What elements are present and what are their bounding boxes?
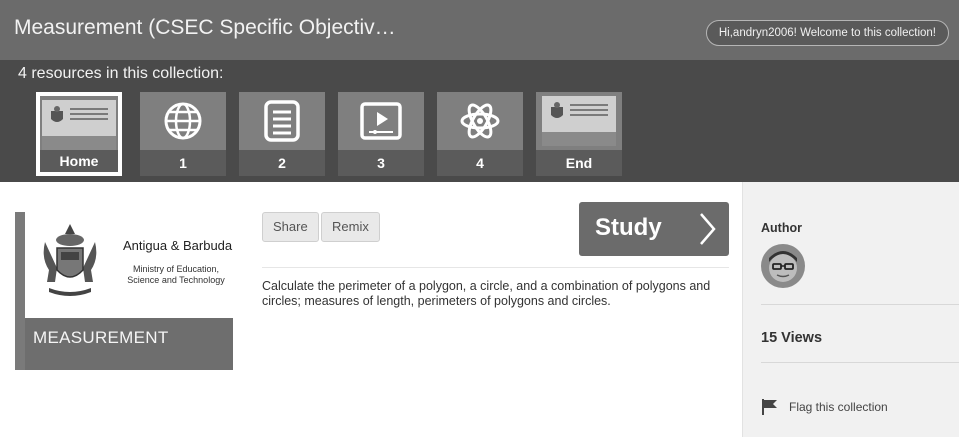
atom-icon <box>460 103 500 139</box>
document-cover-thumbnail <box>40 96 118 154</box>
divider <box>761 304 959 305</box>
coat-of-arms-icon <box>43 224 97 296</box>
resource-tile-3[interactable]: 3 <box>338 92 424 176</box>
cover-ministry: Ministry of Education, Science and Techn… <box>127 264 225 285</box>
resource-tile-2[interactable]: 2 <box>239 92 325 176</box>
resource-strip: 4 resources in this collection: Home 1 2… <box>0 60 959 182</box>
chevron-right-icon <box>700 213 716 245</box>
globe-icon <box>164 102 202 140</box>
cover-title: MEASUREMENT <box>33 328 169 347</box>
resource-tile-4[interactable]: 4 <box>437 92 523 176</box>
author-label: Author <box>761 221 802 235</box>
study-button[interactable]: Study <box>579 202 729 256</box>
tile-caption: End <box>536 150 622 176</box>
cover-title-bar: MEASUREMENT <box>25 318 233 370</box>
study-label: Study <box>595 214 662 241</box>
welcome-badge: Hi,andryn2006! Welcome to this collectio… <box>705 20 949 46</box>
resource-tile-1[interactable]: 1 <box>140 92 226 176</box>
share-button[interactable]: Share <box>262 212 319 242</box>
collection-description: Calculate the perimeter of a polygon, a … <box>262 279 711 308</box>
crest-icon <box>551 102 563 118</box>
video-player-icon <box>360 102 402 140</box>
tile-caption: 4 <box>437 150 523 176</box>
resource-tile-home[interactable]: Home <box>36 92 122 176</box>
document-cover-thumbnail <box>536 92 622 150</box>
collection-cover: Antigua & Barbuda Ministry of Education,… <box>15 212 233 370</box>
divider <box>262 267 729 268</box>
flag-icon <box>762 399 777 415</box>
collection-header: Measurement (CSEC Specific Objectiv… Hi,… <box>0 0 959 60</box>
author-avatar[interactable] <box>761 244 805 288</box>
cover-country: Antigua & Barbuda <box>123 238 233 253</box>
divider <box>761 362 959 363</box>
tile-caption: 1 <box>140 150 226 176</box>
author-avatar-image <box>761 244 805 288</box>
views-count: 15 Views <box>761 330 823 346</box>
sidebar: Author 15 Views Flag this collection <box>742 182 959 437</box>
crest-icon <box>51 106 63 122</box>
collection-title: Measurement (CSEC Specific Objectiv… <box>14 16 396 39</box>
flag-collection-label: Flag this collection <box>789 400 888 414</box>
resource-tile-end[interactable]: End <box>536 92 622 176</box>
flag-collection-link[interactable]: Flag this collection <box>761 398 888 416</box>
resource-count-label: 4 resources in this collection: <box>18 65 224 82</box>
tile-caption: 3 <box>338 150 424 176</box>
tile-caption: Home <box>40 150 118 172</box>
remix-button[interactable]: Remix <box>321 212 380 242</box>
tile-caption: 2 <box>239 150 325 176</box>
text-document-icon <box>264 100 300 142</box>
